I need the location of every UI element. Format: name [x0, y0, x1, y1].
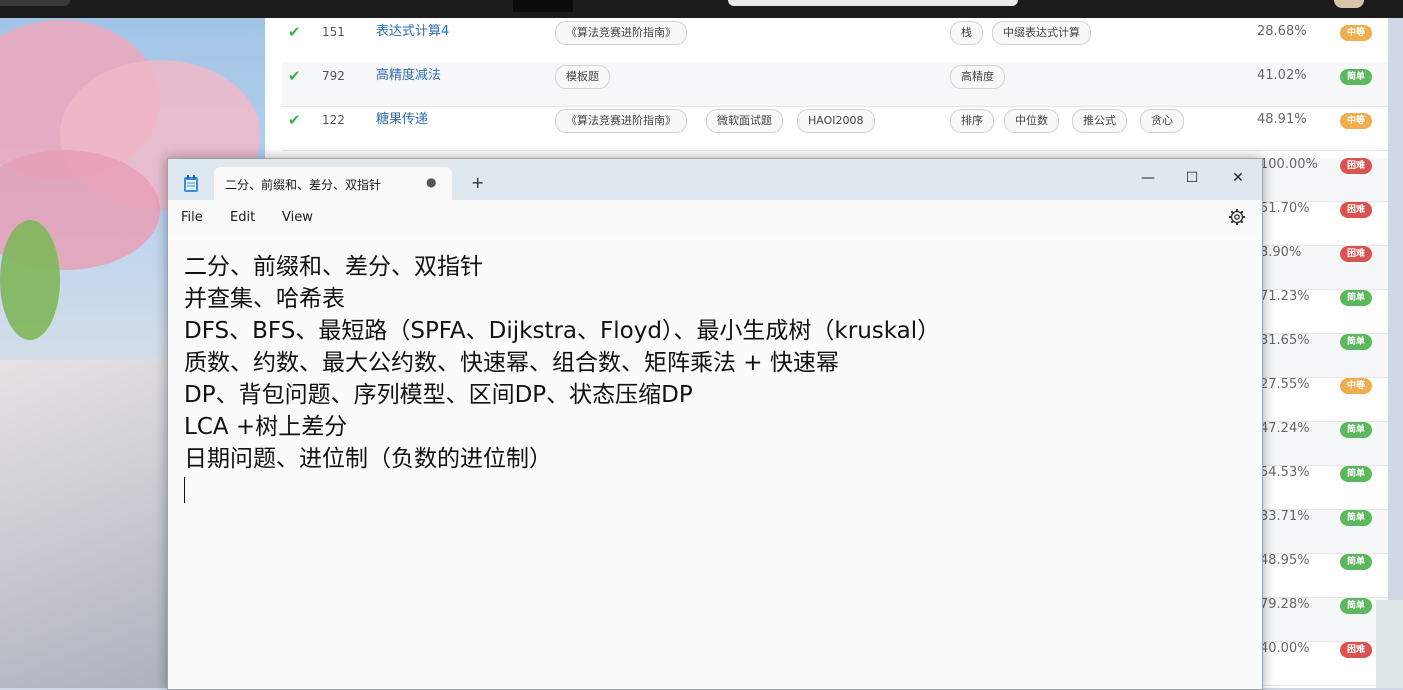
tab-title: 二分、前缀和、差分、双指针 [225, 178, 382, 192]
difficulty-badge: 简单 [1340, 290, 1372, 306]
settings-gear-icon[interactable] [1228, 208, 1246, 226]
source-tag[interactable]: 模板题 [555, 65, 610, 89]
text-caret [184, 477, 185, 503]
solved-check-icon: ✔ [288, 67, 301, 85]
text-editor[interactable]: 二分、前缀和、差分、双指针 并查集、哈希表 DFS、BFS、最短路（SPFA、D… [168, 236, 1262, 689]
tab-document[interactable]: 二分、前缀和、差分、双指针 ● [214, 167, 452, 200]
source-tag[interactable]: HAOI2008 [797, 109, 875, 133]
pass-rate: 3.90% [1260, 245, 1302, 260]
pass-rate: 40.00% [1260, 641, 1310, 656]
address-bar[interactable] [728, 0, 1018, 6]
source-tag[interactable]: 《算法竞赛进阶指南》 [555, 21, 687, 45]
pass-rate: 79.28% [1260, 597, 1310, 612]
pass-rate: 51.70% [1260, 201, 1310, 216]
scrollbar[interactable] [1376, 600, 1403, 688]
algorithm-tag[interactable]: 排序 [950, 109, 994, 133]
problem-id: 151 [322, 25, 345, 39]
problem-row[interactable]: ✔ 792 高精度减法 模板题 高精度 41.02% 简单 [282, 62, 1388, 107]
problem-row[interactable]: ✔ 151 表达式计算4 《算法竞赛进阶指南》 栈中缀表达式计算 28.68% 中等 [282, 18, 1388, 63]
algorithm-tag[interactable]: 中位数 [1004, 109, 1059, 133]
pass-rate: 47.24% [1260, 421, 1310, 436]
difficulty-badge: 中等 [1340, 113, 1372, 129]
solved-check-icon: ✔ [288, 111, 301, 129]
top-bar-block [513, 0, 573, 12]
difficulty-badge: 简单 [1340, 598, 1372, 614]
pass-rate: 27.55% [1260, 377, 1310, 392]
algorithm-tag[interactable]: 栈 [950, 21, 983, 45]
title-bar: 二分、前缀和、差分、双指针 ● + — ☐ ✕ [168, 159, 1262, 200]
pass-rate: 41.02% [1257, 68, 1307, 83]
pass-rate: 54.53% [1260, 465, 1310, 480]
editor-line: 日期问题、进位制（负数的进位制） [184, 446, 552, 472]
editor-line: DFS、BFS、最短路（SPFA、Dijkstra、Floyd）、最小生成树（k… [184, 318, 941, 344]
difficulty-badge: 中等 [1340, 25, 1372, 41]
difficulty-badge: 困难 [1340, 642, 1372, 658]
editor-line: 并查集、哈希表 [184, 286, 345, 312]
editor-line: 二分、前缀和、差分、双指针 [184, 254, 483, 280]
problem-id: 792 [322, 69, 345, 83]
difficulty-badge: 简单 [1340, 554, 1372, 570]
difficulty-badge: 简单 [1340, 466, 1372, 482]
menu-bar: File Edit View [168, 200, 1262, 236]
difficulty-badge: 中等 [1340, 378, 1372, 394]
problem-id: 122 [322, 113, 345, 127]
pass-rate: 48.95% [1260, 553, 1310, 568]
algorithm-tag[interactable]: 推公式 [1072, 109, 1127, 133]
avatar[interactable] [1334, 0, 1364, 8]
unsaved-dot-icon[interactable]: ● [426, 175, 436, 189]
maximize-button[interactable]: ☐ [1169, 163, 1215, 193]
menu-file[interactable]: File [181, 210, 203, 225]
notepad-window: 二分、前缀和、差分、双指针 ● + — ☐ ✕ File Edit View 二… [167, 158, 1263, 690]
difficulty-badge: 困难 [1340, 246, 1372, 262]
pass-rate: 100.00% [1260, 157, 1318, 172]
pass-rate: 48.91% [1257, 112, 1307, 127]
algorithm-tag[interactable]: 中缀表达式计算 [992, 21, 1091, 45]
notepad-app-icon [184, 175, 198, 192]
problem-row[interactable]: ✔ 122 糖果传递 《算法竞赛进阶指南》 微软面试题 HAOI2008 排序 中位数 推公式贪… [282, 106, 1388, 151]
solved-check-icon: ✔ [288, 23, 301, 41]
source-tag[interactable]: 微软面试题 [706, 109, 783, 133]
algorithm-tag[interactable]: 高精度 [950, 65, 1005, 89]
top-bar-pill [0, 0, 70, 6]
minimize-button[interactable]: — [1125, 163, 1171, 193]
close-button[interactable]: ✕ [1215, 163, 1261, 193]
difficulty-badge: 简单 [1340, 422, 1372, 438]
problem-title-link[interactable]: 高精度减法 [376, 62, 441, 90]
editor-line: DP、背包问题、序列模型、区间DP、状态压缩DP [184, 382, 693, 408]
pass-rate: 31.65% [1260, 333, 1310, 348]
algorithm-tag[interactable]: 贪心 [1140, 109, 1184, 133]
top-bar [0, 0, 1403, 18]
pass-rate: 71.23% [1260, 289, 1310, 304]
source-tag[interactable]: 《算法竞赛进阶指南》 [555, 109, 687, 133]
pass-rate: 33.71% [1260, 509, 1310, 524]
difficulty-badge: 困难 [1340, 202, 1372, 218]
pass-rate: 28.68% [1257, 24, 1307, 39]
difficulty-badge: 困难 [1340, 158, 1372, 174]
editor-line: LCA +树上差分 [184, 414, 348, 440]
menu-edit[interactable]: Edit [230, 210, 255, 225]
difficulty-badge: 简单 [1340, 69, 1372, 85]
problem-title-link[interactable]: 糖果传递 [376, 106, 428, 134]
difficulty-badge: 简单 [1340, 334, 1372, 350]
editor-line: 质数、约数、最大公约数、快速幂、组合数、矩阵乘法 + 快速幂 [184, 350, 839, 376]
problem-title-link[interactable]: 表达式计算4 [376, 18, 449, 46]
menu-view[interactable]: View [282, 210, 313, 225]
difficulty-badge: 简单 [1340, 510, 1372, 526]
row-divider [1262, 685, 1388, 686]
new-tab-button[interactable]: + [471, 173, 484, 192]
